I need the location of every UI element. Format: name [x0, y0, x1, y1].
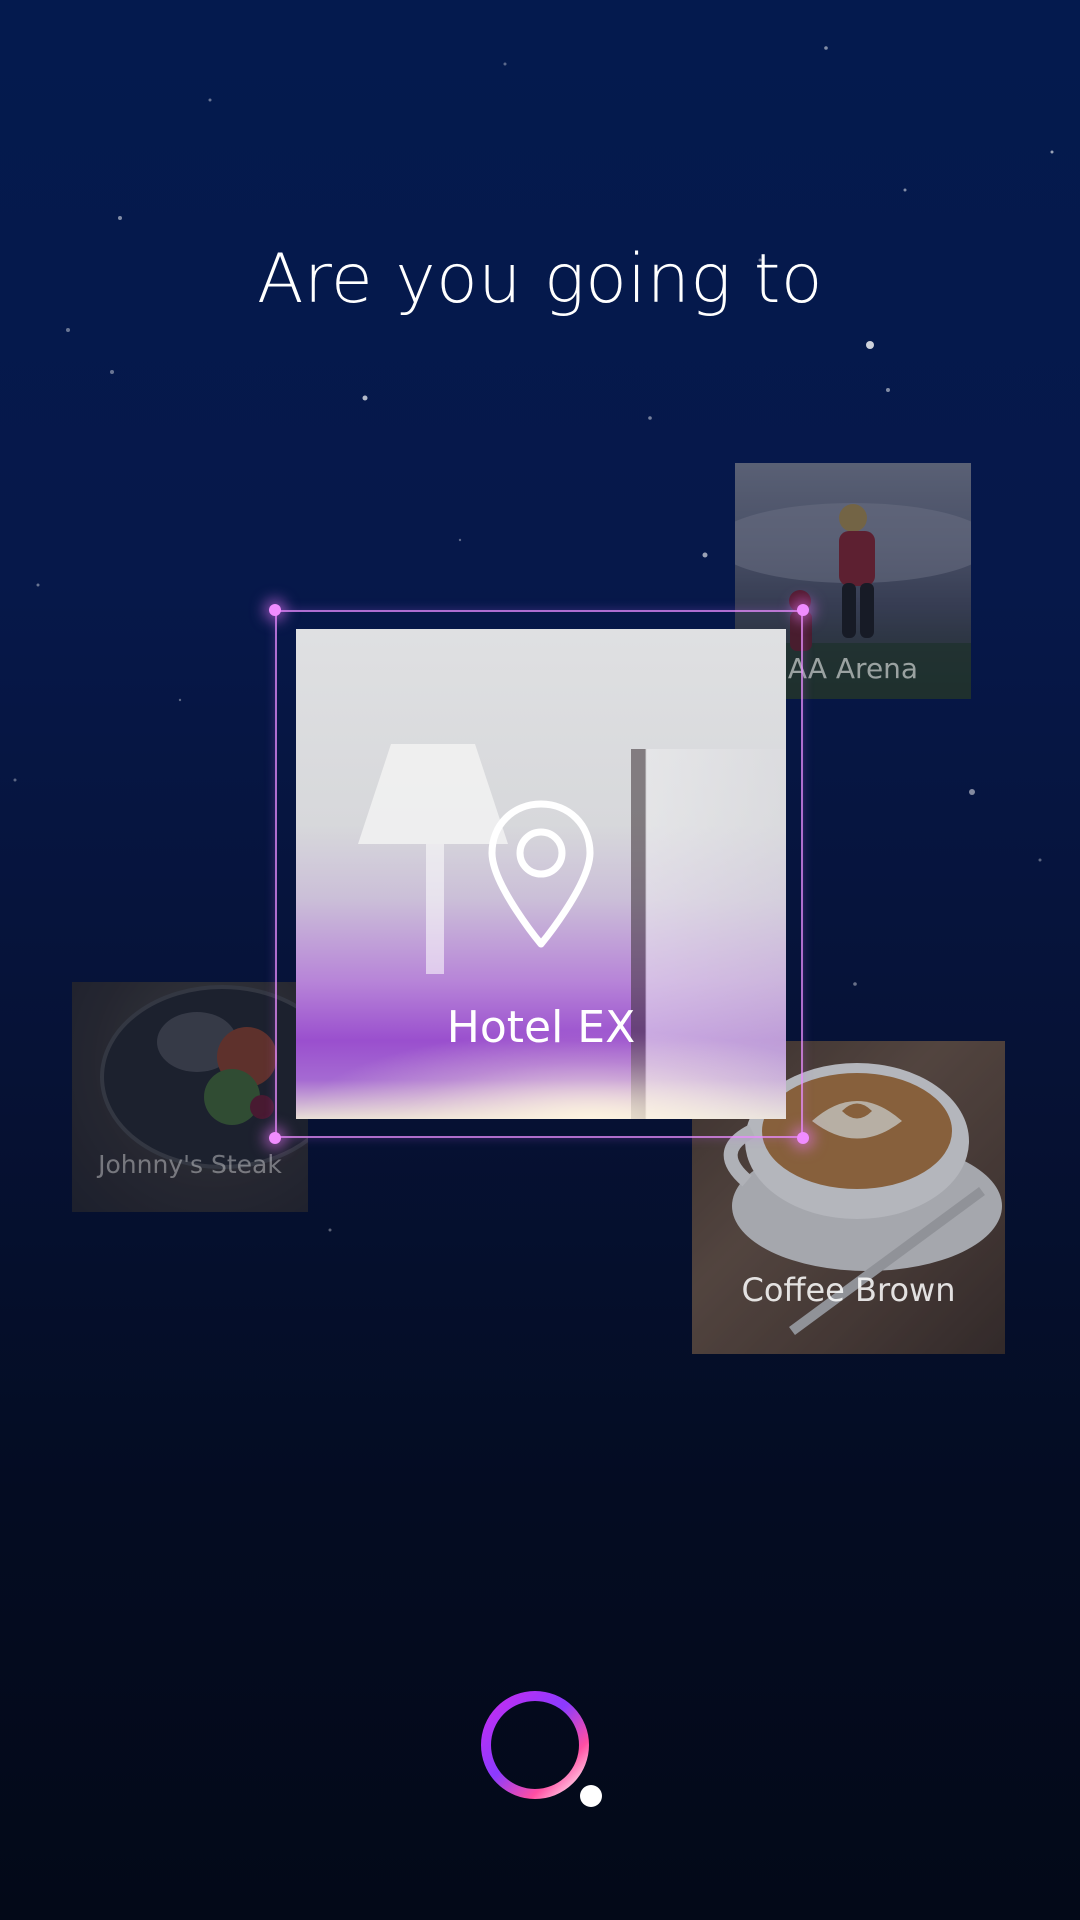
place-label-hotel-ex: Hotel EX	[446, 1002, 636, 1053]
voice-assistant-ring-icon[interactable]	[475, 1685, 605, 1815]
location-pin-icon	[488, 800, 594, 948]
place-label-coffee-brown: Coffee Brown	[741, 1271, 956, 1309]
frame-corner-dot	[269, 604, 281, 616]
frame-corner-dot	[269, 1132, 281, 1144]
place-card-johnnys-steak[interactable]: Johnny's Steak	[72, 982, 308, 1212]
frame-corner-dot	[797, 1132, 809, 1144]
prompt-title: Are you going to	[256, 240, 824, 319]
hotel-photo-lamp-base	[426, 844, 444, 974]
place-label-johnnys-steak: Johnny's Steak	[98, 1150, 282, 1179]
place-card-hotel-ex[interactable]: Hotel EX	[296, 629, 786, 1119]
frame-corner-dot	[797, 604, 809, 616]
